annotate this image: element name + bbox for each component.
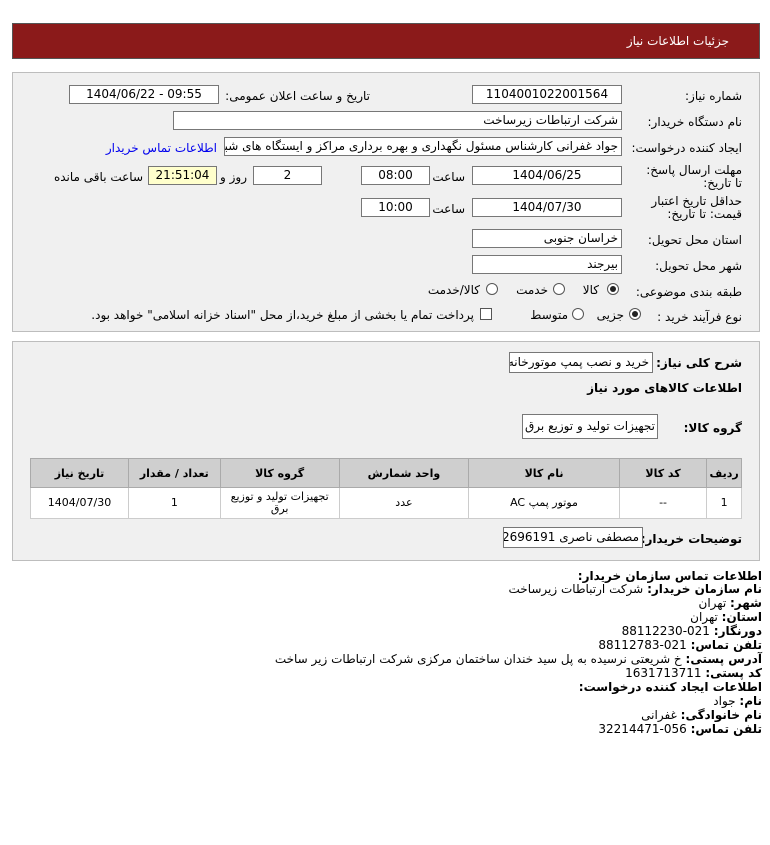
contact-address-label: آدرس پستی:: [685, 652, 762, 666]
days-field: 2: [253, 166, 322, 185]
creator-family: نام خانوادگی: غفرانی: [641, 709, 762, 722]
buyer-contact-link[interactable]: اطلاعات تماس خریدار: [106, 141, 217, 155]
group-label: گروه کالا:: [683, 421, 742, 435]
category-goods-radio[interactable]: [607, 283, 619, 295]
contact-address: آدرس پستی: خ شریعتی نرسیده به پل سید خند…: [275, 653, 762, 666]
validity-date-field: 1404/07/30: [472, 198, 622, 217]
remaining-time-field: 21:51:04: [148, 166, 217, 185]
process-partial-label: جزیی: [596, 308, 624, 322]
creator-name-label: نام:: [739, 694, 762, 708]
creator-family-label: نام خانوادگی:: [680, 708, 762, 722]
treasury-payment-checkbox[interactable]: [480, 308, 492, 320]
announce-label: تاریخ و ساعت اعلان عمومی:: [225, 89, 370, 103]
cell-date: 1404/07/30: [29, 487, 130, 519]
creator-family-value: غفرانی: [641, 708, 677, 722]
col-group: گروه کالا: [219, 458, 340, 488]
buyer-org-label: نام دستگاه خریدار:: [647, 115, 743, 129]
process-partial-radio[interactable]: [629, 308, 641, 320]
process-medium-radio[interactable]: [572, 308, 584, 320]
announce-field: 1404/06/22 - 09:55: [69, 85, 219, 104]
cell-qty: 1: [128, 487, 221, 519]
contact-city-value: تهران: [698, 596, 727, 610]
category-goods-service-radio[interactable]: [486, 283, 498, 295]
contact-fax-value: 021-88112230: [621, 624, 710, 638]
process-label: نوع فرآیند خرید :: [657, 310, 742, 324]
contact-phone-label: تلفن تماس:: [690, 638, 762, 652]
category-service-radio[interactable]: [553, 283, 565, 295]
page-header: جزئیات اطلاعات نیاز: [12, 23, 760, 59]
contact-city: شهر: تهران: [699, 597, 762, 610]
contact-org-value: شرکت ارتباطات زیرساخت: [508, 582, 644, 596]
table-header-row: ردیف کد کالا نام کالا واحد شمارش گروه کا…: [29, 458, 742, 488]
table-row: 1 -- موتور پمپ AC عدد تجهیزات تولید و تو…: [29, 487, 742, 519]
deadline-label: مهلت ارسال پاسخ: تا تاریخ:: [646, 163, 742, 190]
page-title: جزئیات اطلاعات نیاز: [626, 34, 729, 48]
validity-label: حداقل تاریخ اعتبار قیمت: تا تاریخ:: [651, 194, 742, 221]
creator-field: جواد غفرانی کارشناس مسئول نگهداری و بهره…: [224, 137, 622, 156]
creator-phone-label: تلفن تماس:: [690, 722, 762, 736]
deadline-time-label: ساعت: [432, 170, 465, 184]
contact-province-label: استان:: [721, 610, 762, 624]
contact-address-value: خ شریعتی نرسیده به پل سید خندان ساختمان …: [274, 652, 682, 666]
col-date: تاریخ نیاز: [29, 458, 130, 488]
cell-group: تجهیزات تولید و توزیع برق: [219, 487, 340, 519]
creator-info-title: اطلاعات ایجاد کننده درخواست:: [578, 680, 762, 694]
need-number-label: شماره نیاز:: [685, 89, 742, 103]
group-field: تجهیزات تولید و توزیع برق: [522, 414, 658, 439]
col-unit: واحد شمارش: [338, 458, 470, 488]
cell-row: 1: [706, 487, 742, 519]
buyer-notes-label: توضیحات خریدار:: [640, 532, 742, 546]
cell-code: --: [618, 487, 708, 519]
city-label: شهر محل تحویل:: [655, 259, 742, 273]
summary-label: شرح کلی نیاز:: [656, 356, 742, 370]
goods-table: ردیف کد کالا نام کالا واحد شمارش گروه کا…: [29, 458, 742, 519]
day-and-label: روز و: [220, 170, 247, 184]
creator-label: ایجاد کننده درخواست:: [631, 141, 742, 155]
col-code: کد کالا: [618, 458, 708, 488]
description-panel: [12, 341, 760, 561]
payment-note: پرداخت تمام یا بخشی از مبلغ خرید،از محل …: [91, 308, 474, 322]
province-label: استان محل تحویل:: [647, 233, 742, 247]
col-row: ردیف: [706, 458, 742, 488]
cell-name: موتور پمپ AC: [468, 487, 620, 519]
contact-postal: کد پستی: 1631713711: [625, 667, 762, 680]
creator-name-value: جواد: [713, 694, 736, 708]
contact-fax: دورنگار: 021-88112230: [622, 625, 762, 638]
contact-org: نام سازمان خریدار: شرکت ارتباطات زیرساخت: [509, 583, 762, 596]
city-field: بیرجند: [472, 255, 622, 274]
contact-postal-label: کد پستی:: [705, 666, 762, 680]
summary-field: خرید و نصب پمپ موتورخانه: [509, 352, 653, 373]
contact-city-label: شهر:: [730, 596, 762, 610]
contact-province-value: تهران: [690, 610, 718, 624]
contact-org-label: نام سازمان خریدار:: [647, 582, 762, 596]
contact-phone: تلفن تماس: 021-88112783: [598, 639, 762, 652]
creator-phone: تلفن تماس: 056-32214471: [598, 723, 762, 736]
col-qty: تعداد / مقدار: [128, 458, 221, 488]
creator-name: نام: جواد: [713, 695, 762, 708]
remaining-label: ساعت باقی مانده: [53, 170, 143, 184]
contact-phone-value: 021-88112783: [598, 638, 687, 652]
province-field: خراسان جنوبی: [472, 229, 622, 248]
cell-unit: عدد: [338, 487, 470, 519]
validity-time-field: 10:00: [361, 198, 430, 217]
contact-postal-value: 1631713711: [625, 666, 702, 680]
category-label: طبقه بندی موضوعی:: [635, 285, 742, 299]
buyer-notes-field: مصطفی ناصری 09152696191: [503, 527, 643, 548]
deadline-time-field: 08:00: [361, 166, 430, 185]
validity-time-label: ساعت: [432, 202, 465, 216]
contact-province: استان: تهران: [690, 611, 762, 624]
category-goods-service-label: کالا/خدمت: [427, 283, 480, 297]
buyer-org-field: شرکت ارتباطات زیرساخت: [173, 111, 622, 130]
creator-phone-value: 056-32214471: [598, 722, 687, 736]
category-goods-label: کالا: [582, 283, 599, 297]
category-service-label: خدمت: [516, 283, 548, 297]
goods-info-label: اطلاعات کالاهای مورد نیاز: [587, 381, 742, 395]
process-medium-label: متوسط: [530, 308, 568, 322]
col-name: نام کالا: [468, 458, 620, 488]
deadline-date-field: 1404/06/25: [472, 166, 622, 185]
need-number-field: 1104001022001564: [472, 85, 622, 104]
contact-fax-label: دورنگار:: [713, 624, 762, 638]
